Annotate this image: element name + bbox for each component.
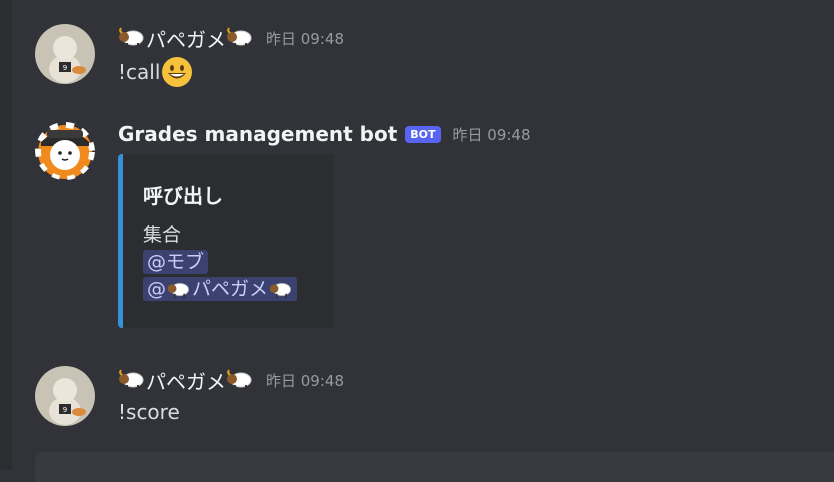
message-content: !score xyxy=(118,398,180,426)
timestamp[interactable]: 昨日 09:48 xyxy=(266,370,344,391)
embed-title: 呼び出し xyxy=(143,184,223,208)
message-text: !score xyxy=(118,400,180,424)
message-composer[interactable] xyxy=(35,452,834,482)
sheep-emoji-icon xyxy=(119,369,144,390)
left-rail xyxy=(0,0,12,470)
smiley-emoji-icon xyxy=(162,57,193,87)
username[interactable]: パペガメ xyxy=(146,24,226,53)
message-header: パペガメ 昨日 09:48 xyxy=(118,366,344,395)
bot-avatar[interactable] xyxy=(35,120,95,180)
user-mention[interactable]: @モブ xyxy=(143,250,209,274)
timestamp[interactable]: 昨日 09:48 xyxy=(453,124,531,145)
username[interactable]: パペガメ xyxy=(146,366,226,395)
svg-text:9: 9 xyxy=(63,406,67,414)
sheep-emoji-icon xyxy=(227,369,252,390)
user-mention[interactable]: @ パペガメ xyxy=(143,277,298,301)
message-text: !call xyxy=(118,60,161,84)
bot-username[interactable]: Grades management bot xyxy=(118,122,397,146)
message-header: パペガメ 昨日 09:48 xyxy=(118,24,344,53)
svg-text:9: 9 xyxy=(63,64,67,72)
mention-name: パペガメ xyxy=(192,278,269,300)
message-content: !call xyxy=(118,56,193,88)
sheep-emoji-icon xyxy=(119,27,144,48)
message-header: Grades management bot BOT 昨日 09:48 xyxy=(118,121,531,147)
sheep-emoji-icon xyxy=(167,282,189,298)
embed-card: 呼び出し 集合 @モブ @ パペガメ xyxy=(118,154,334,328)
embed-line: 集合 xyxy=(143,224,182,246)
avatar[interactable]: 9 xyxy=(35,24,95,84)
timestamp[interactable]: 昨日 09:48 xyxy=(266,28,344,49)
sheep-emoji-icon xyxy=(269,282,291,298)
embed-description: 集合 @モブ @ パペガメ xyxy=(143,222,298,303)
mention-prefix: @ xyxy=(147,278,166,300)
avatar[interactable]: 9 xyxy=(35,366,95,426)
sheep-emoji-icon xyxy=(227,27,252,48)
bot-tag: BOT xyxy=(405,125,441,143)
